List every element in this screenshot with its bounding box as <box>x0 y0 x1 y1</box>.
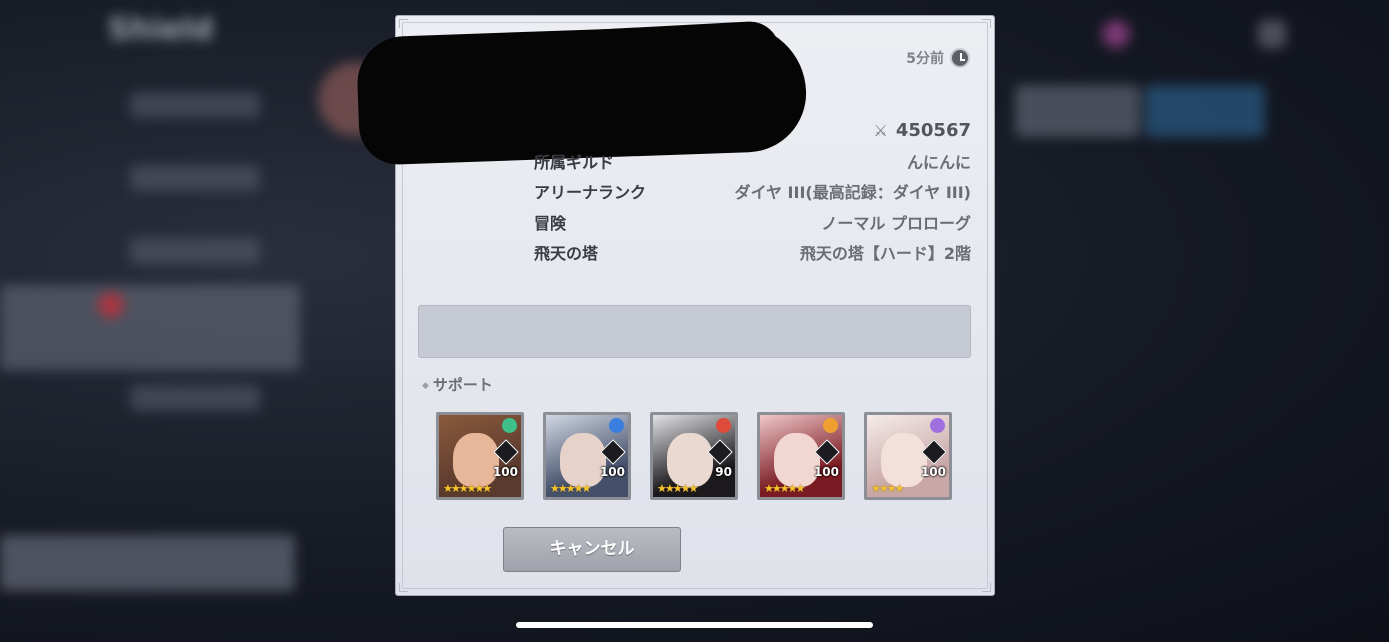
info-label: アリーナランク <box>534 183 647 202</box>
hero-stars: ★★★★★ <box>764 482 805 495</box>
bg-button-primary <box>1145 85 1265 137</box>
support-section-title: ◆ サポート <box>422 374 493 395</box>
info-row-guild: 所属ギルド んにんに <box>534 147 971 173</box>
cancel-button[interactable]: キャンセル <box>503 527 681 572</box>
hero-level: 100 <box>492 465 518 479</box>
last-login: 5分前 <box>860 46 970 70</box>
bg-button <box>1015 85 1140 137</box>
hero-stars: ★★★★★ <box>550 482 591 495</box>
info-value: んにんに <box>906 153 971 172</box>
info-value: ダイヤ III(最高記録：ダイヤ III) <box>734 183 971 202</box>
hero-stars: ★★★★ <box>871 482 904 495</box>
element-icon <box>716 418 731 433</box>
combat-power-value: 450567 <box>895 119 971 141</box>
hero-face <box>667 433 713 487</box>
info-row-tower: 飛天の塔 飛天の塔【ハード】2階 <box>534 238 971 264</box>
hero-level: 90 <box>715 465 732 479</box>
element-icon <box>609 418 624 433</box>
info-value: 飛天の塔【ハード】2階 <box>799 244 971 263</box>
info-label: 所属ギルド <box>534 153 615 172</box>
bg-menu-item <box>130 238 260 264</box>
bg-menu-item <box>130 385 260 411</box>
notification-dot <box>98 292 124 318</box>
hero-level: 100 <box>920 465 946 479</box>
support-hero-1[interactable]: 100 ★★★★★★ <box>436 412 524 500</box>
bg-menu-item <box>130 92 260 118</box>
support-label-text: サポート <box>432 376 493 394</box>
bg-menu-icon <box>1258 20 1286 48</box>
hero-level: 100 <box>813 465 839 479</box>
frame-corner <box>399 19 408 28</box>
bg-bottom-bar <box>0 535 295 591</box>
info-label: 飛天の塔 <box>534 244 599 263</box>
support-hero-5[interactable]: 100 ★★★★ <box>864 412 952 500</box>
diamond-bullet-icon: ◆ <box>422 381 429 391</box>
hero-level: 100 <box>599 465 625 479</box>
frame-corner <box>982 19 991 28</box>
last-login-text: 5分前 <box>906 51 944 67</box>
support-hero-2[interactable]: 100 ★★★★★ <box>543 412 631 500</box>
info-value: ノーマル プロローグ <box>821 214 971 233</box>
element-icon <box>930 418 945 433</box>
app-logo: Shield <box>108 12 214 47</box>
element-icon <box>502 418 517 433</box>
info-label: 冒険 <box>534 214 567 233</box>
frame-corner <box>399 583 408 592</box>
element-icon <box>823 418 838 433</box>
crossed-swords-icon: ⚔ <box>873 120 888 140</box>
support-hero-4[interactable]: 100 ★★★★★ <box>757 412 845 500</box>
home-indicator[interactable] <box>516 622 873 628</box>
info-row-adventure: 冒険 ノーマル プロローグ <box>534 208 971 234</box>
profile-message-box <box>418 305 971 358</box>
info-row-arena-rank: アリーナランク ダイヤ III(最高記録：ダイヤ III) <box>534 177 971 203</box>
bg-menu-item <box>130 165 260 191</box>
frame-corner <box>982 583 991 592</box>
bg-currency-icon <box>1102 20 1130 48</box>
bg-menu-item-active <box>0 285 300 370</box>
support-hero-3[interactable]: 90 ★★★★★ <box>650 412 738 500</box>
combat-power: ⚔ 450567 <box>860 118 972 142</box>
hero-stars: ★★★★★★ <box>443 482 492 495</box>
clock-icon <box>950 48 970 68</box>
hero-stars: ★★★★★ <box>657 482 698 495</box>
